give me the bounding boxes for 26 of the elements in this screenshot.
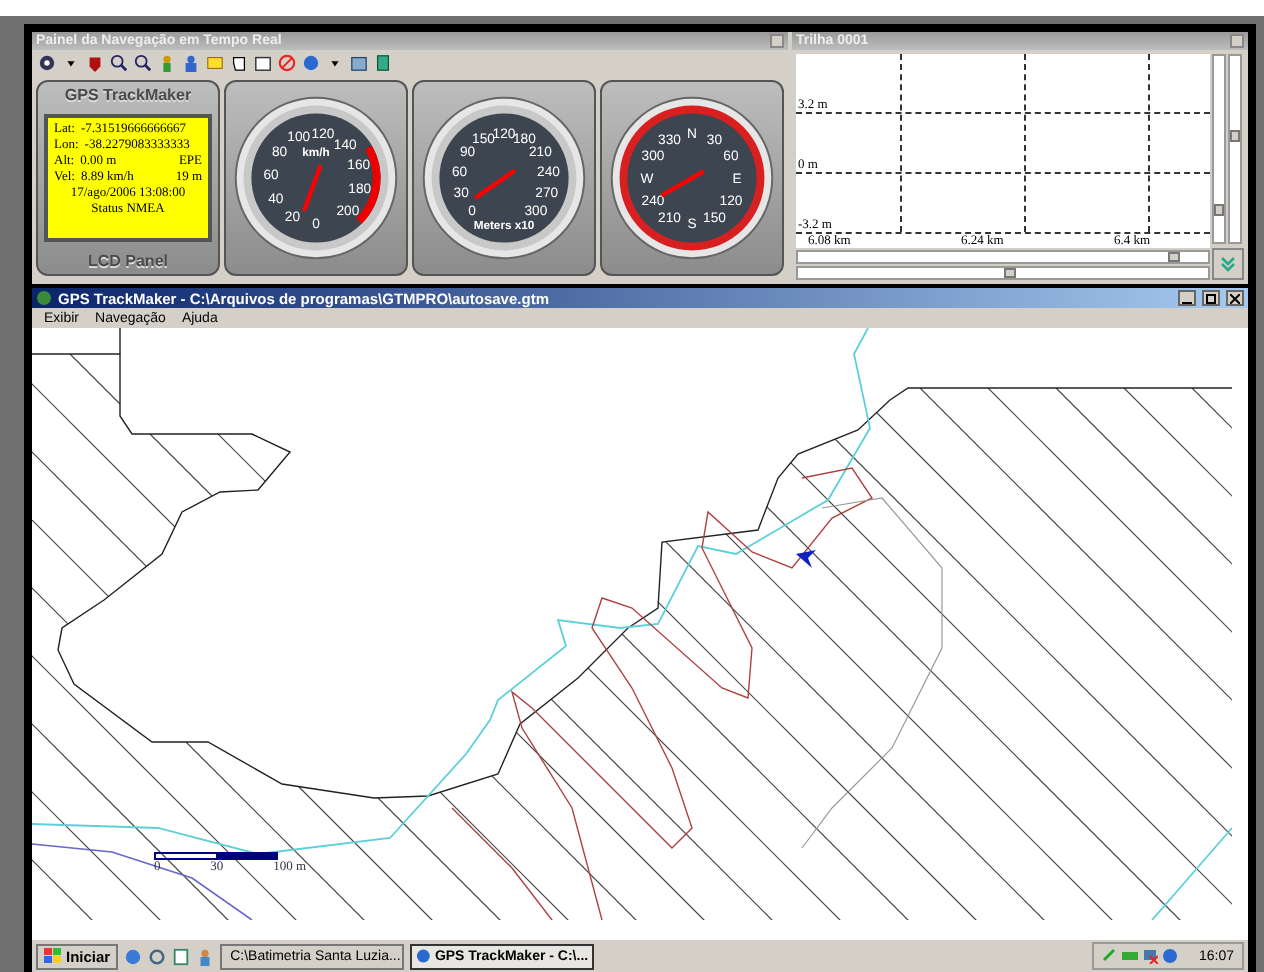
gauge-needle (661, 169, 705, 197)
maximize-button[interactable] (1202, 290, 1220, 306)
horizontal-scrollbar[interactable] (796, 250, 1210, 264)
close-button[interactable] (1226, 290, 1244, 306)
document-icon[interactable] (172, 947, 191, 965)
chevron-icon (1220, 256, 1236, 272)
no-entry-icon[interactable] (278, 54, 296, 72)
maximize-icon (1206, 293, 1216, 303)
window-icon[interactable] (254, 54, 272, 72)
horizontal-scrollbar[interactable] (796, 266, 1210, 280)
gauge-needle (302, 164, 323, 212)
expand-button[interactable] (1212, 248, 1244, 280)
scale-bar (154, 852, 278, 860)
position-arrow-icon (796, 550, 816, 568)
gauge-needle (474, 169, 516, 200)
lcd-header: GPS TrackMaker (64, 86, 192, 104)
vertical-scrollbar[interactable] (1212, 54, 1226, 244)
person-icon[interactable] (182, 54, 200, 72)
person-icon[interactable] (158, 54, 176, 72)
close-icon (1230, 293, 1240, 303)
vertical-scrollbar[interactable] (1228, 54, 1242, 244)
computer-icon[interactable] (1142, 948, 1159, 964)
lcd-footer: LCD Panel (87, 252, 168, 270)
person-icon[interactable] (196, 947, 215, 965)
minimize-button[interactable] (1178, 290, 1196, 306)
windows-flag-icon (44, 948, 62, 964)
